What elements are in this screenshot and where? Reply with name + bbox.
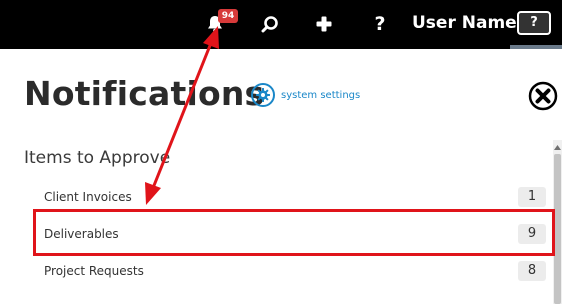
approval-item-count: 8: [518, 261, 546, 281]
help-panel-button[interactable]: ?: [517, 11, 551, 35]
notifications-page: 94 ? User Name ? Notifications system se…: [0, 0, 562, 304]
system-settings-label: system settings: [281, 89, 361, 101]
active-indicator: [510, 45, 562, 49]
search-icon[interactable]: [259, 11, 281, 37]
page-title: Notifications: [24, 74, 265, 113]
approval-item-project-requests[interactable]: Project Requests 8: [32, 256, 546, 286]
section-title: Items to Approve: [24, 148, 171, 168]
user-name-menu[interactable]: User Name: [412, 13, 517, 33]
scroll-up-arrow-icon[interactable]: [553, 142, 562, 152]
top-navigation-bar: 94 ? User Name ?: [0, 0, 562, 49]
gear-icon: [251, 83, 275, 107]
annotation-highlight-box: [33, 209, 555, 256]
approval-item-count: 1: [518, 187, 546, 207]
scrollbar-thumb[interactable]: [554, 154, 561, 304]
close-icon[interactable]: [528, 81, 558, 111]
notification-count-badge[interactable]: 94: [218, 9, 238, 23]
approval-item-label: Project Requests: [44, 264, 144, 278]
help-icon[interactable]: ?: [369, 11, 391, 37]
approval-item-client-invoices[interactable]: Client Invoices 1: [32, 182, 546, 212]
add-icon[interactable]: [313, 11, 335, 37]
approval-item-label: Client Invoices: [44, 190, 132, 204]
system-settings-link[interactable]: system settings: [251, 83, 360, 107]
